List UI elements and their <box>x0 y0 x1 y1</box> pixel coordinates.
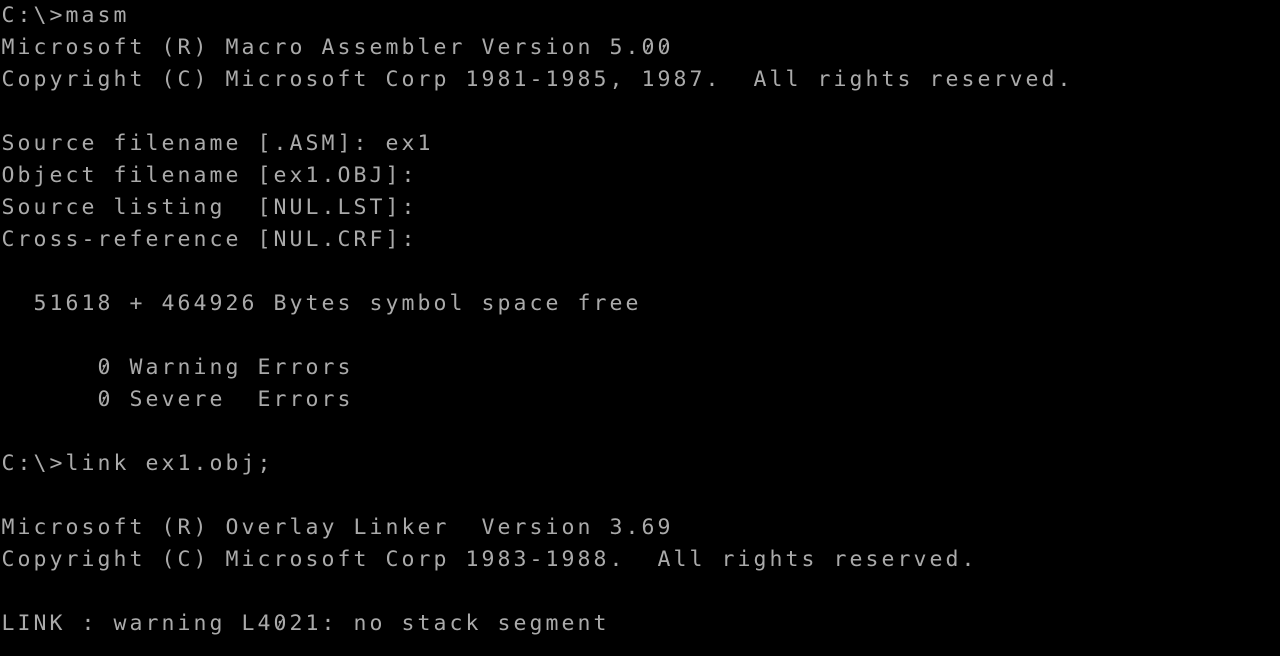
terminal-line: 0 Severe Errors <box>0 384 1280 416</box>
terminal-line: Copyright (C) Microsoft Corp 1981-1985, … <box>1 67 1071 92</box>
terminal-line: Copyright (C) Microsoft Corp 1983-1988. … <box>1 547 975 572</box>
zero-slash <box>100 362 108 374</box>
zero-slash <box>660 42 668 54</box>
terminal-line: Microsoft (R) Overlay Linker Version 3.6… <box>1 515 671 540</box>
terminal-line: C: \ > l i n k e x 1. o b j; <box>1 451 271 476</box>
terminal-line: Source filename [. A S M]: ex1 <box>1 131 431 156</box>
zero-slash <box>276 618 284 630</box>
terminal-line: Source listing [N U L. L S T]: <box>1 195 415 220</box>
terminal-line: C: \ > m a s m <box>1 3 127 28</box>
terminal-line: Object filename [e x 1. O B J]: <box>1 163 415 188</box>
terminal-line: 51618 + 464926 Bytes symbol space free <box>33 291 639 316</box>
slashed-zero-glyph: 0 <box>656 32 672 64</box>
slashed-zero-glyph: 0 <box>272 608 288 640</box>
terminal-line: LINK : warning L4021: no stack segment <box>0 608 1280 640</box>
terminal-line: 0 Warning Errors <box>0 352 1280 384</box>
slashed-zero-glyph: 0 <box>640 32 656 64</box>
slashed-zero-glyph: 0 <box>96 384 112 416</box>
zero-slash <box>644 42 652 54</box>
terminal-screen[interactable]: C: \ > m a s m Mi c r o s o f t (R) Macro Assembler Ve… <box>0 0 1280 656</box>
slashed-zero-glyph: 0 <box>96 352 112 384</box>
terminal-line: Microsoft (R) Macro Assembler Version 5.… <box>0 32 1280 64</box>
dos-terminal-window[interactable]: C: \ > m a s m Mi c r o s o f t (R) Macro Assembler Ve… <box>0 0 1280 656</box>
terminal-line: Cross-reference [N U L. C R F]: <box>1 227 415 252</box>
zero-slash <box>100 394 108 406</box>
